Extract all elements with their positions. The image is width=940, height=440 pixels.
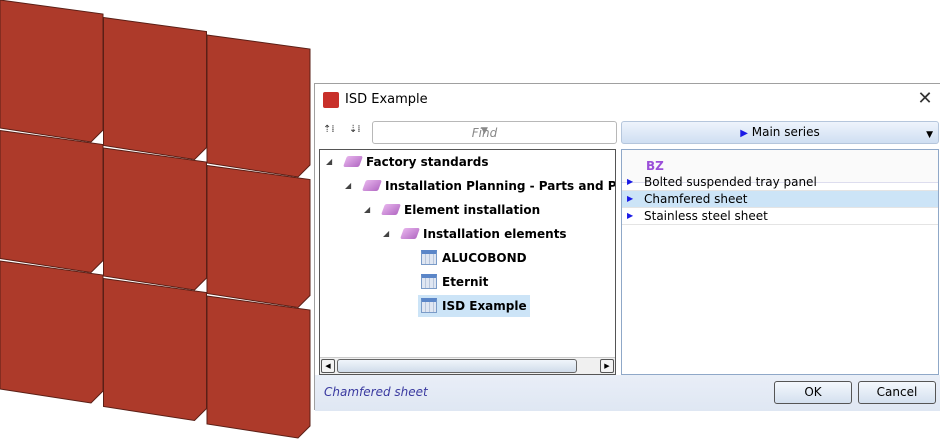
row-marker-icon: ▶ [627, 211, 634, 220]
row-marker-icon: ▶ [627, 177, 634, 186]
expand-arrow-icon[interactable]: ◢ [364, 199, 370, 221]
scroll-thumb[interactable] [337, 359, 577, 373]
facade-panel[interactable] [206, 295, 311, 439]
table-icon [421, 298, 437, 313]
grid-cell: Chamfered sheet [644, 192, 748, 206]
horizontal-scrollbar[interactable]: ◀ ▶ [320, 357, 615, 374]
scroll-right-icon[interactable]: ▶ [600, 359, 614, 373]
grid-cell: Bolted suspended tray panel [644, 175, 817, 189]
dialog-title: ISD Example [345, 92, 428, 107]
scroll-left-icon[interactable]: ◀ [321, 359, 335, 373]
tree-node-label: Installation elements [423, 227, 567, 241]
tree-node-label: ALUCOBOND [442, 251, 527, 265]
close-icon[interactable]: ✕ [913, 87, 937, 111]
find-input[interactable]: Find ▼ [372, 121, 617, 144]
catalog-tree: ◢ Factory standards ◢ Installation Planning… [319, 149, 616, 375]
column-header-bz[interactable]: BZ [646, 159, 664, 173]
facade-panel[interactable] [103, 277, 207, 422]
book-icon [342, 156, 364, 167]
app-icon [323, 92, 339, 108]
facade-panel[interactable] [206, 164, 311, 309]
tree-node[interactable]: ◢ Installation elements [383, 223, 570, 245]
expand-arrow-icon[interactable]: ◢ [383, 223, 389, 245]
grid-row[interactable]: ▶ Chamfered sheet [622, 191, 938, 208]
book-icon [361, 180, 383, 191]
series-grid: BZ ▶ Bolted suspended tray panel ▶ Chamfere… [621, 149, 939, 375]
grid-cell: Stainless steel sheet [644, 209, 768, 223]
expand-all-icon[interactable]: ⇡⁞ [323, 124, 343, 140]
facade-panel[interactable] [103, 147, 207, 291]
book-icon [380, 204, 402, 215]
book-icon [399, 228, 421, 239]
tree-node[interactable]: Eternit [418, 271, 491, 293]
series-label: Main series [751, 125, 820, 139]
title-bar: ISD Example ✕ [315, 84, 940, 116]
play-icon: ▶ [740, 128, 748, 139]
cancel-button[interactable]: Cancel [858, 381, 936, 404]
tree-node-label: Installation Planning - Parts and Proces… [385, 179, 616, 193]
facade-panel[interactable] [103, 16, 207, 161]
tree-node[interactable]: ALUCOBOND [418, 247, 530, 269]
series-dropdown[interactable]: ▶ Main series ▼ [621, 121, 939, 144]
tree-node[interactable]: ◢ Factory standards [326, 151, 491, 173]
table-icon [421, 274, 437, 289]
facade-panel[interactable] [0, 129, 104, 274]
table-icon [421, 250, 437, 265]
facade-panel[interactable] [0, 260, 104, 404]
tree-node-label: Factory standards [366, 155, 489, 169]
collapse-all-icon[interactable]: ⇣⁞ [349, 124, 369, 140]
tree-node-label: Element installation [404, 203, 541, 217]
tree-node-label: Eternit [442, 275, 489, 289]
expand-arrow-icon[interactable]: ◢ [326, 151, 332, 173]
dialog-footer: Chamfered sheet OK Cancel [315, 375, 940, 411]
isd-example-dialog: ISD Example ✕ ⇡⁞ ⇣⁞ Find ▼ ▶ Main series… [314, 83, 940, 411]
row-marker-icon: ▶ [627, 194, 634, 203]
tree-node[interactable]: ◢ Installation Planning - Parts and Proce… [345, 175, 616, 197]
status-text: Chamfered sheet [324, 385, 428, 399]
grid-row[interactable]: ▶ Bolted suspended tray panel [622, 174, 938, 191]
grid-row[interactable]: ▶ Stainless steel sheet [622, 208, 938, 225]
facade-panel[interactable] [0, 0, 104, 143]
tree-node-label: ISD Example [442, 299, 527, 313]
chevron-down-icon: ▼ [926, 130, 933, 140]
ok-button[interactable]: OK [774, 381, 852, 404]
chevron-down-icon[interactable]: ▼ [373, 126, 596, 136]
3d-viewport-panels [0, 0, 311, 439]
facade-panel[interactable] [206, 34, 311, 178]
tree-node[interactable]: ISD Example [418, 295, 530, 317]
expand-arrow-icon[interactable]: ◢ [345, 175, 351, 197]
tree-node[interactable]: ◢ Element installation [364, 199, 543, 221]
